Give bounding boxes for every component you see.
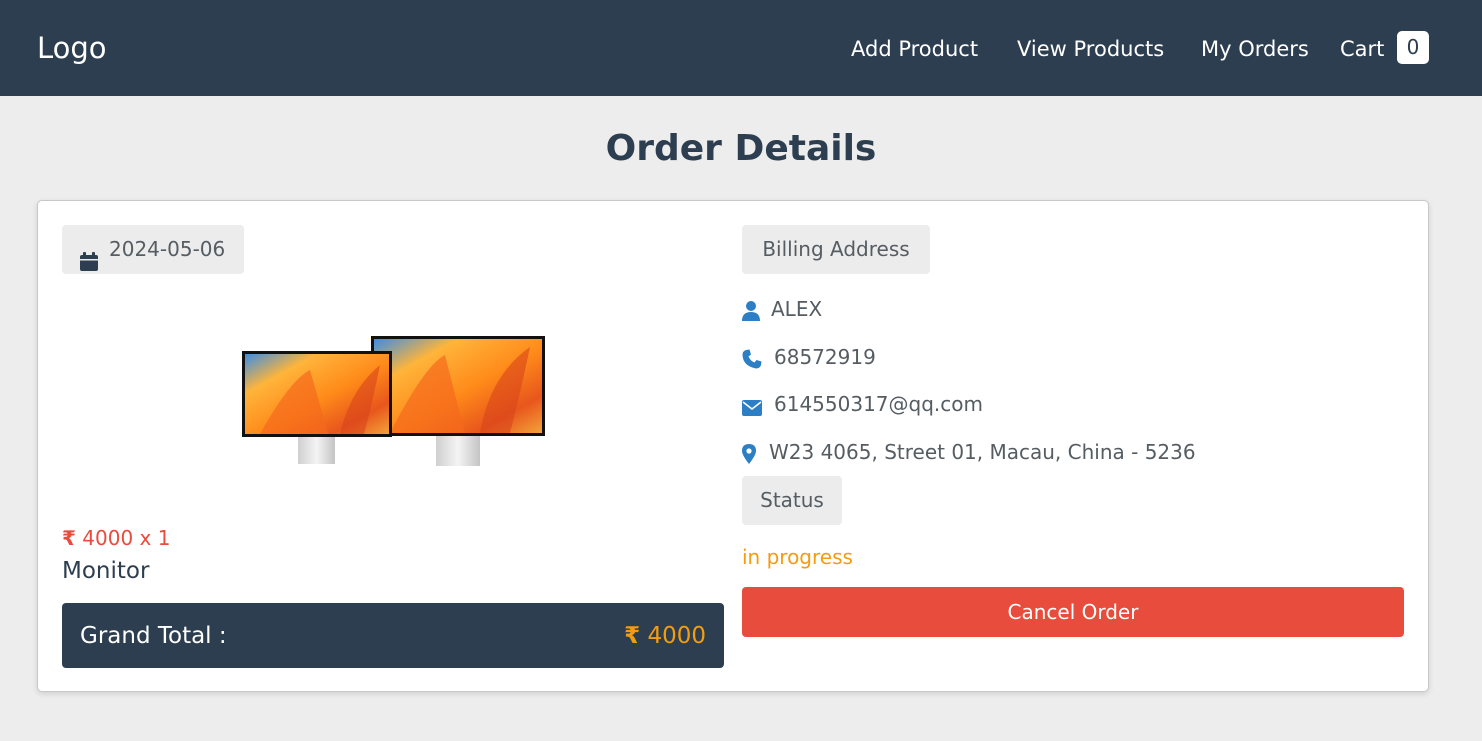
user-icon <box>742 299 760 329</box>
product-price-quantity: ₹ 4000 x 1 <box>62 524 170 552</box>
phone-icon <box>742 347 762 377</box>
nav-my-orders[interactable]: My Orders <box>1201 35 1309 63</box>
cart-count-badge[interactable]: 0 <box>1397 31 1429 64</box>
billing-phone: 68572919 <box>774 345 876 369</box>
grand-total-label: Grand Total : <box>80 623 227 649</box>
billing-address: W23 4065, Street 01, Macau, China - 5236 <box>769 440 1196 464</box>
cancel-order-button[interactable]: Cancel Order <box>742 587 1404 637</box>
logo[interactable]: Logo <box>37 30 107 66</box>
calendar-icon <box>80 240 98 289</box>
billing-email: 614550317@qq.com <box>774 392 983 416</box>
price-qty-text: 4000 x 1 <box>82 526 171 550</box>
grand-total-value: ₹ 4000 <box>624 621 706 651</box>
order-status: in progress <box>742 545 853 569</box>
navbar: Logo Add Product View Products My Orders… <box>0 0 1482 96</box>
status-heading: Status <box>742 476 842 525</box>
rupee-icon: ₹ <box>62 526 76 550</box>
envelope-icon <box>742 394 762 424</box>
nav-view-products[interactable]: View Products <box>1017 35 1164 63</box>
order-date: 2024-05-06 <box>109 237 226 261</box>
product-name: Monitor <box>62 558 150 584</box>
order-date-chip: 2024-05-06 <box>62 225 244 274</box>
product-image <box>240 335 545 467</box>
grand-total-bar: Grand Total : ₹ 4000 <box>62 603 724 668</box>
page-title: Order Details <box>605 128 877 169</box>
billing-name: ALEX <box>771 297 823 321</box>
nav-add-product[interactable]: Add Product <box>851 35 978 63</box>
billing-address-heading: Billing Address <box>742 225 930 274</box>
map-pin-icon <box>742 442 756 472</box>
nav-cart[interactable]: Cart <box>1340 35 1384 63</box>
order-card: 2024-05-06 ₹ 4000 x 1 Monitor Grand Tota… <box>37 200 1429 692</box>
rupee-icon: ₹ <box>624 623 641 649</box>
grand-total-amount: 4000 <box>647 623 706 649</box>
